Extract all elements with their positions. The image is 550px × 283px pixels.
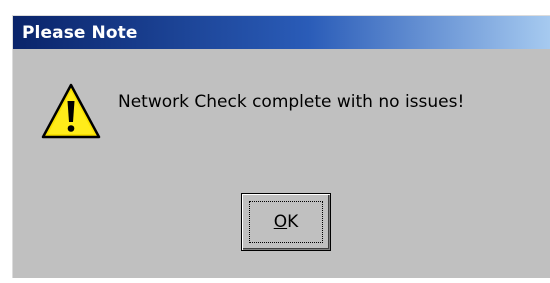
ok-label-rest: K [287,212,299,232]
dialog-message: Network Check complete with no issues! [118,92,465,112]
ok-button-label: OK [274,212,299,232]
title-bar[interactable]: Please Note [13,16,550,49]
ok-accelerator-letter: O [273,212,288,232]
warning-icon [41,83,101,139]
dialog-title: Please Note [22,22,138,43]
dialog-window: Please Note Network Check complete with … [12,15,550,278]
ok-button[interactable]: OK [241,193,331,251]
